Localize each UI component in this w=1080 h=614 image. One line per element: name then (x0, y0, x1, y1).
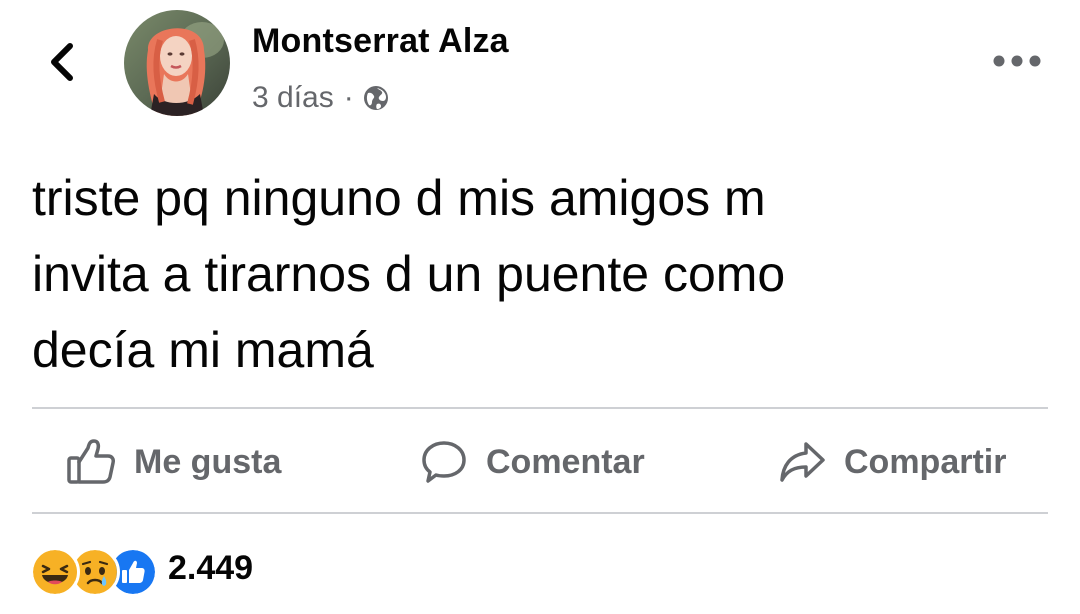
like-label: Me gusta (134, 442, 282, 481)
share-label: Compartir (844, 442, 1007, 481)
divider (32, 512, 1048, 514)
chevron-left-icon (51, 43, 73, 81)
post-text-line: triste pq ninguno d mis amigos m (32, 170, 766, 226)
globe-icon (363, 86, 388, 110)
share-button[interactable]: Compartir (778, 418, 1006, 506)
post-meta: 3 días · (252, 78, 390, 118)
meta-separator: · (343, 81, 354, 114)
more-options-button[interactable] (990, 46, 1044, 76)
comment-icon (420, 438, 468, 486)
divider (32, 407, 1048, 409)
post-timestamp[interactable]: 3 días (252, 81, 334, 115)
reaction-icons (30, 540, 158, 597)
author-name[interactable]: Montserrat Alza (252, 22, 509, 61)
reaction-count: 2.449 (168, 548, 254, 587)
comment-label: Comentar (486, 442, 645, 481)
share-arrow-icon (778, 440, 826, 484)
more-horizontal-icon (993, 55, 1041, 67)
haha-reaction-icon (30, 547, 80, 597)
back-button[interactable] (40, 38, 84, 86)
avatar[interactable] (124, 10, 230, 116)
comment-button[interactable]: Comentar (420, 418, 645, 506)
reactions-summary[interactable]: 2.449 (30, 540, 254, 597)
post-text-line: invita a tirarnos d un puente como (32, 246, 786, 302)
profile-photo (124, 10, 230, 116)
post-text-line: decía mi mamá (32, 322, 374, 378)
post-actions-bar: Me gusta Comentar Compartir (0, 418, 1080, 506)
like-button[interactable]: Me gusta (66, 418, 281, 506)
thumbs-up-icon (66, 438, 116, 486)
post-text: triste pq ninguno d mis amigos m invita … (32, 160, 1032, 388)
